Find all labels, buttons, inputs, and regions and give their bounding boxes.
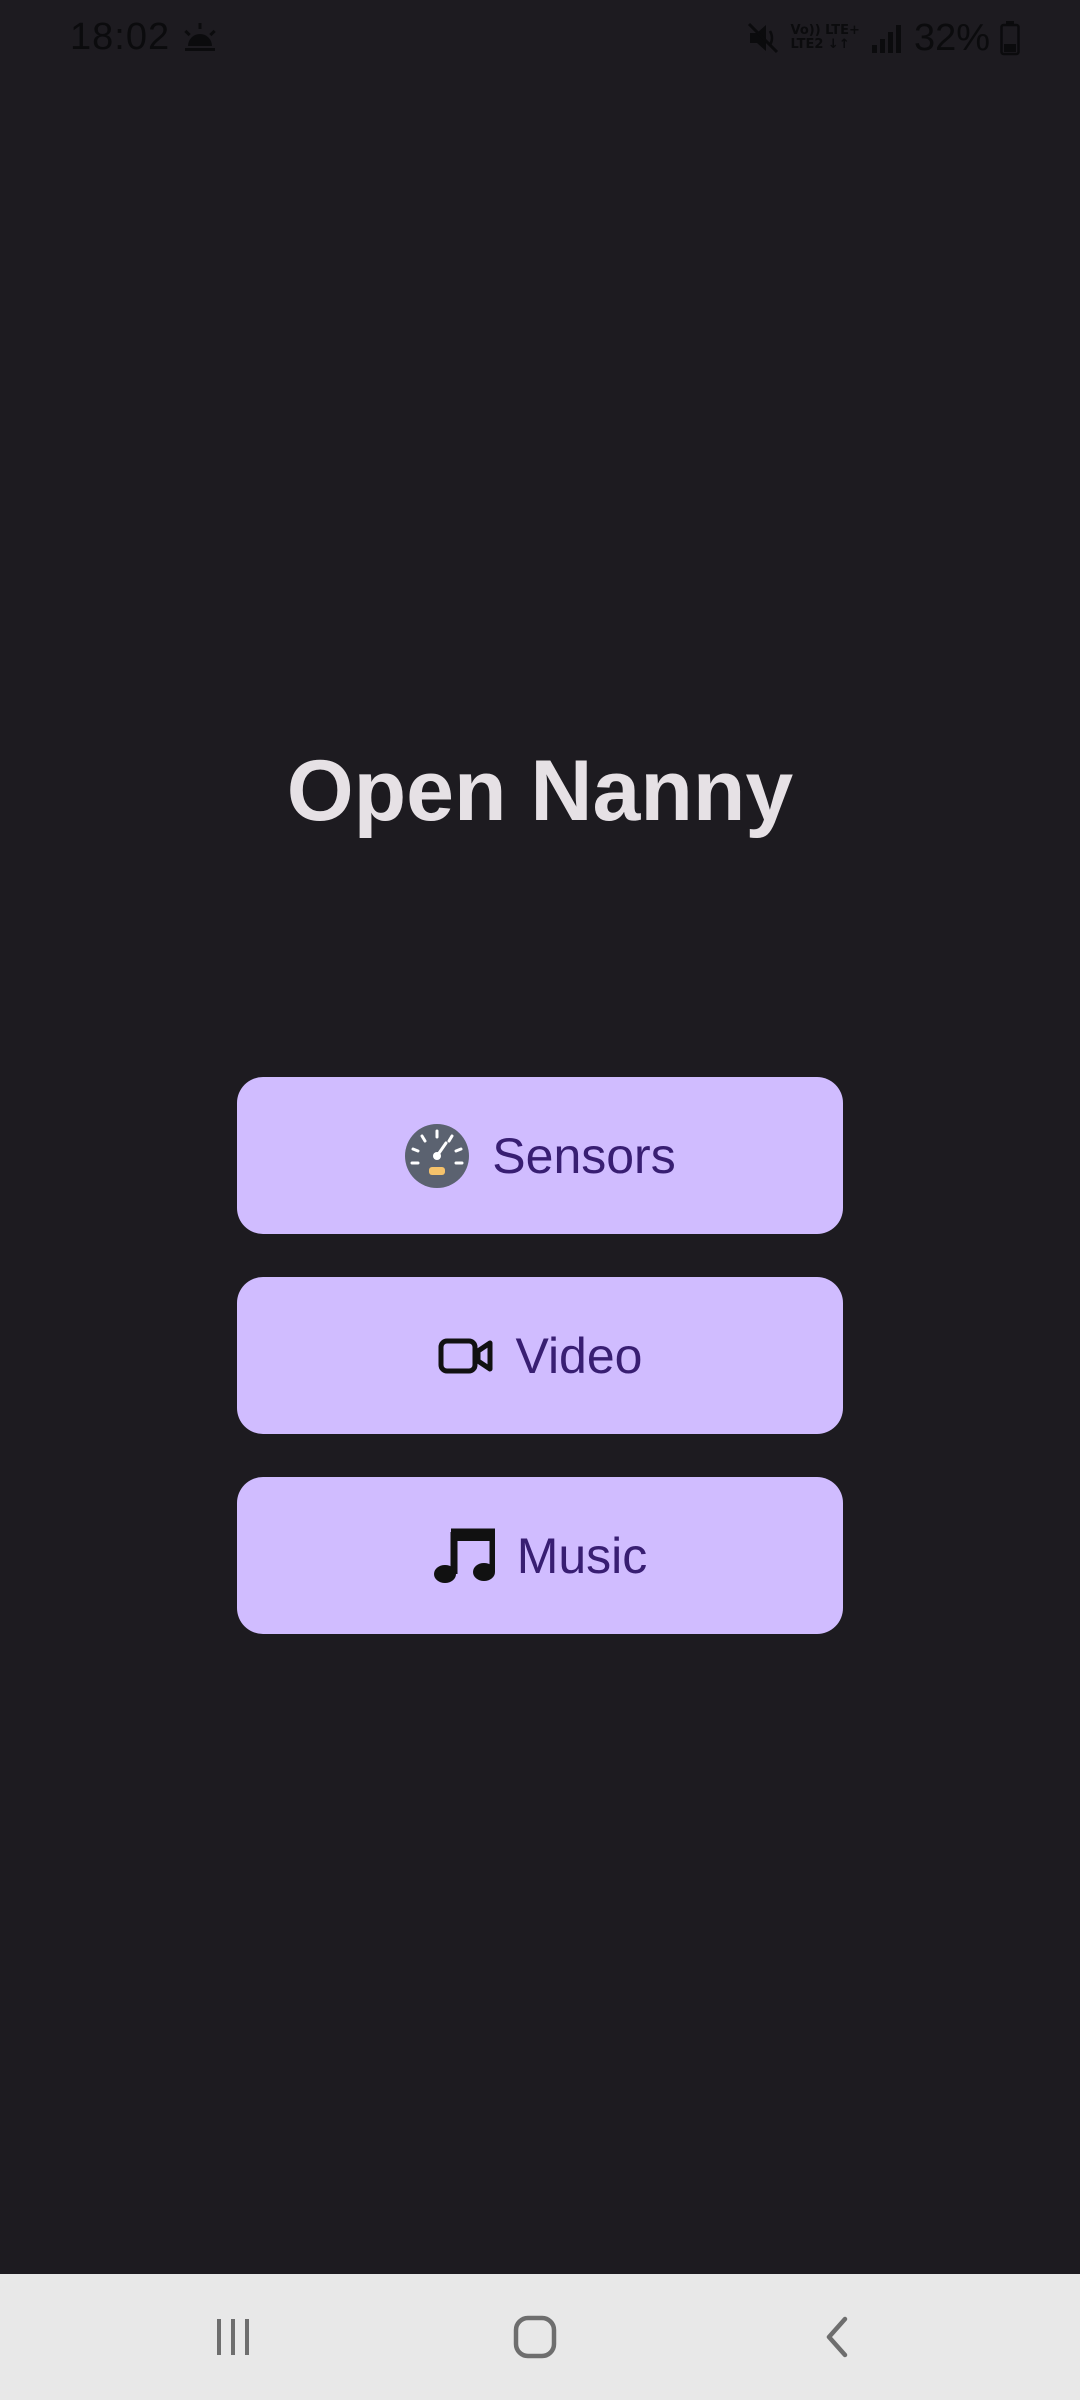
sensors-button[interactable]: Sensors bbox=[237, 1077, 843, 1234]
battery-percent: 32% bbox=[913, 16, 990, 59]
video-label: Video bbox=[515, 1327, 643, 1384]
sensors-label: Sensors bbox=[492, 1127, 676, 1184]
video-camera-icon bbox=[438, 1336, 494, 1376]
recents-button[interactable] bbox=[193, 2304, 273, 2370]
mute-icon bbox=[748, 22, 779, 54]
home-icon bbox=[513, 2315, 557, 2359]
speedometer-icon bbox=[404, 1123, 470, 1189]
video-button[interactable]: Video bbox=[237, 1277, 843, 1434]
back-button[interactable] bbox=[797, 2304, 877, 2370]
navigation-bar bbox=[0, 2274, 1080, 2400]
status-bar: 18:02 Vo)) LTE+ LTE2 ↓↑ 32% bbox=[0, 0, 1080, 78]
weather-icon bbox=[184, 23, 216, 51]
recents-icon bbox=[217, 2319, 249, 2355]
music-label: Music bbox=[516, 1527, 648, 1584]
back-icon bbox=[826, 2316, 848, 2358]
music-button[interactable]: Music bbox=[237, 1477, 843, 1634]
status-time: 18:02 bbox=[70, 16, 171, 58]
home-button[interactable] bbox=[495, 2304, 575, 2370]
status-icons: Vo)) LTE+ LTE2 ↓↑ 32% bbox=[746, 14, 1020, 62]
app-title: Open Nanny bbox=[286, 743, 794, 839]
signal-icon bbox=[871, 25, 901, 53]
battery-icon bbox=[1000, 21, 1020, 56]
network-indicator: Vo)) LTE+ LTE2 ↓↑ bbox=[790, 24, 859, 52]
music-note-icon bbox=[433, 1526, 495, 1586]
app-screen: 18:02 Vo)) LTE+ LTE2 ↓↑ 32% Open Nanny S… bbox=[0, 0, 1080, 2400]
network-line-2: LTE2 ↓↑ bbox=[790, 37, 850, 52]
network-line-1: Vo)) LTE+ bbox=[790, 23, 860, 38]
